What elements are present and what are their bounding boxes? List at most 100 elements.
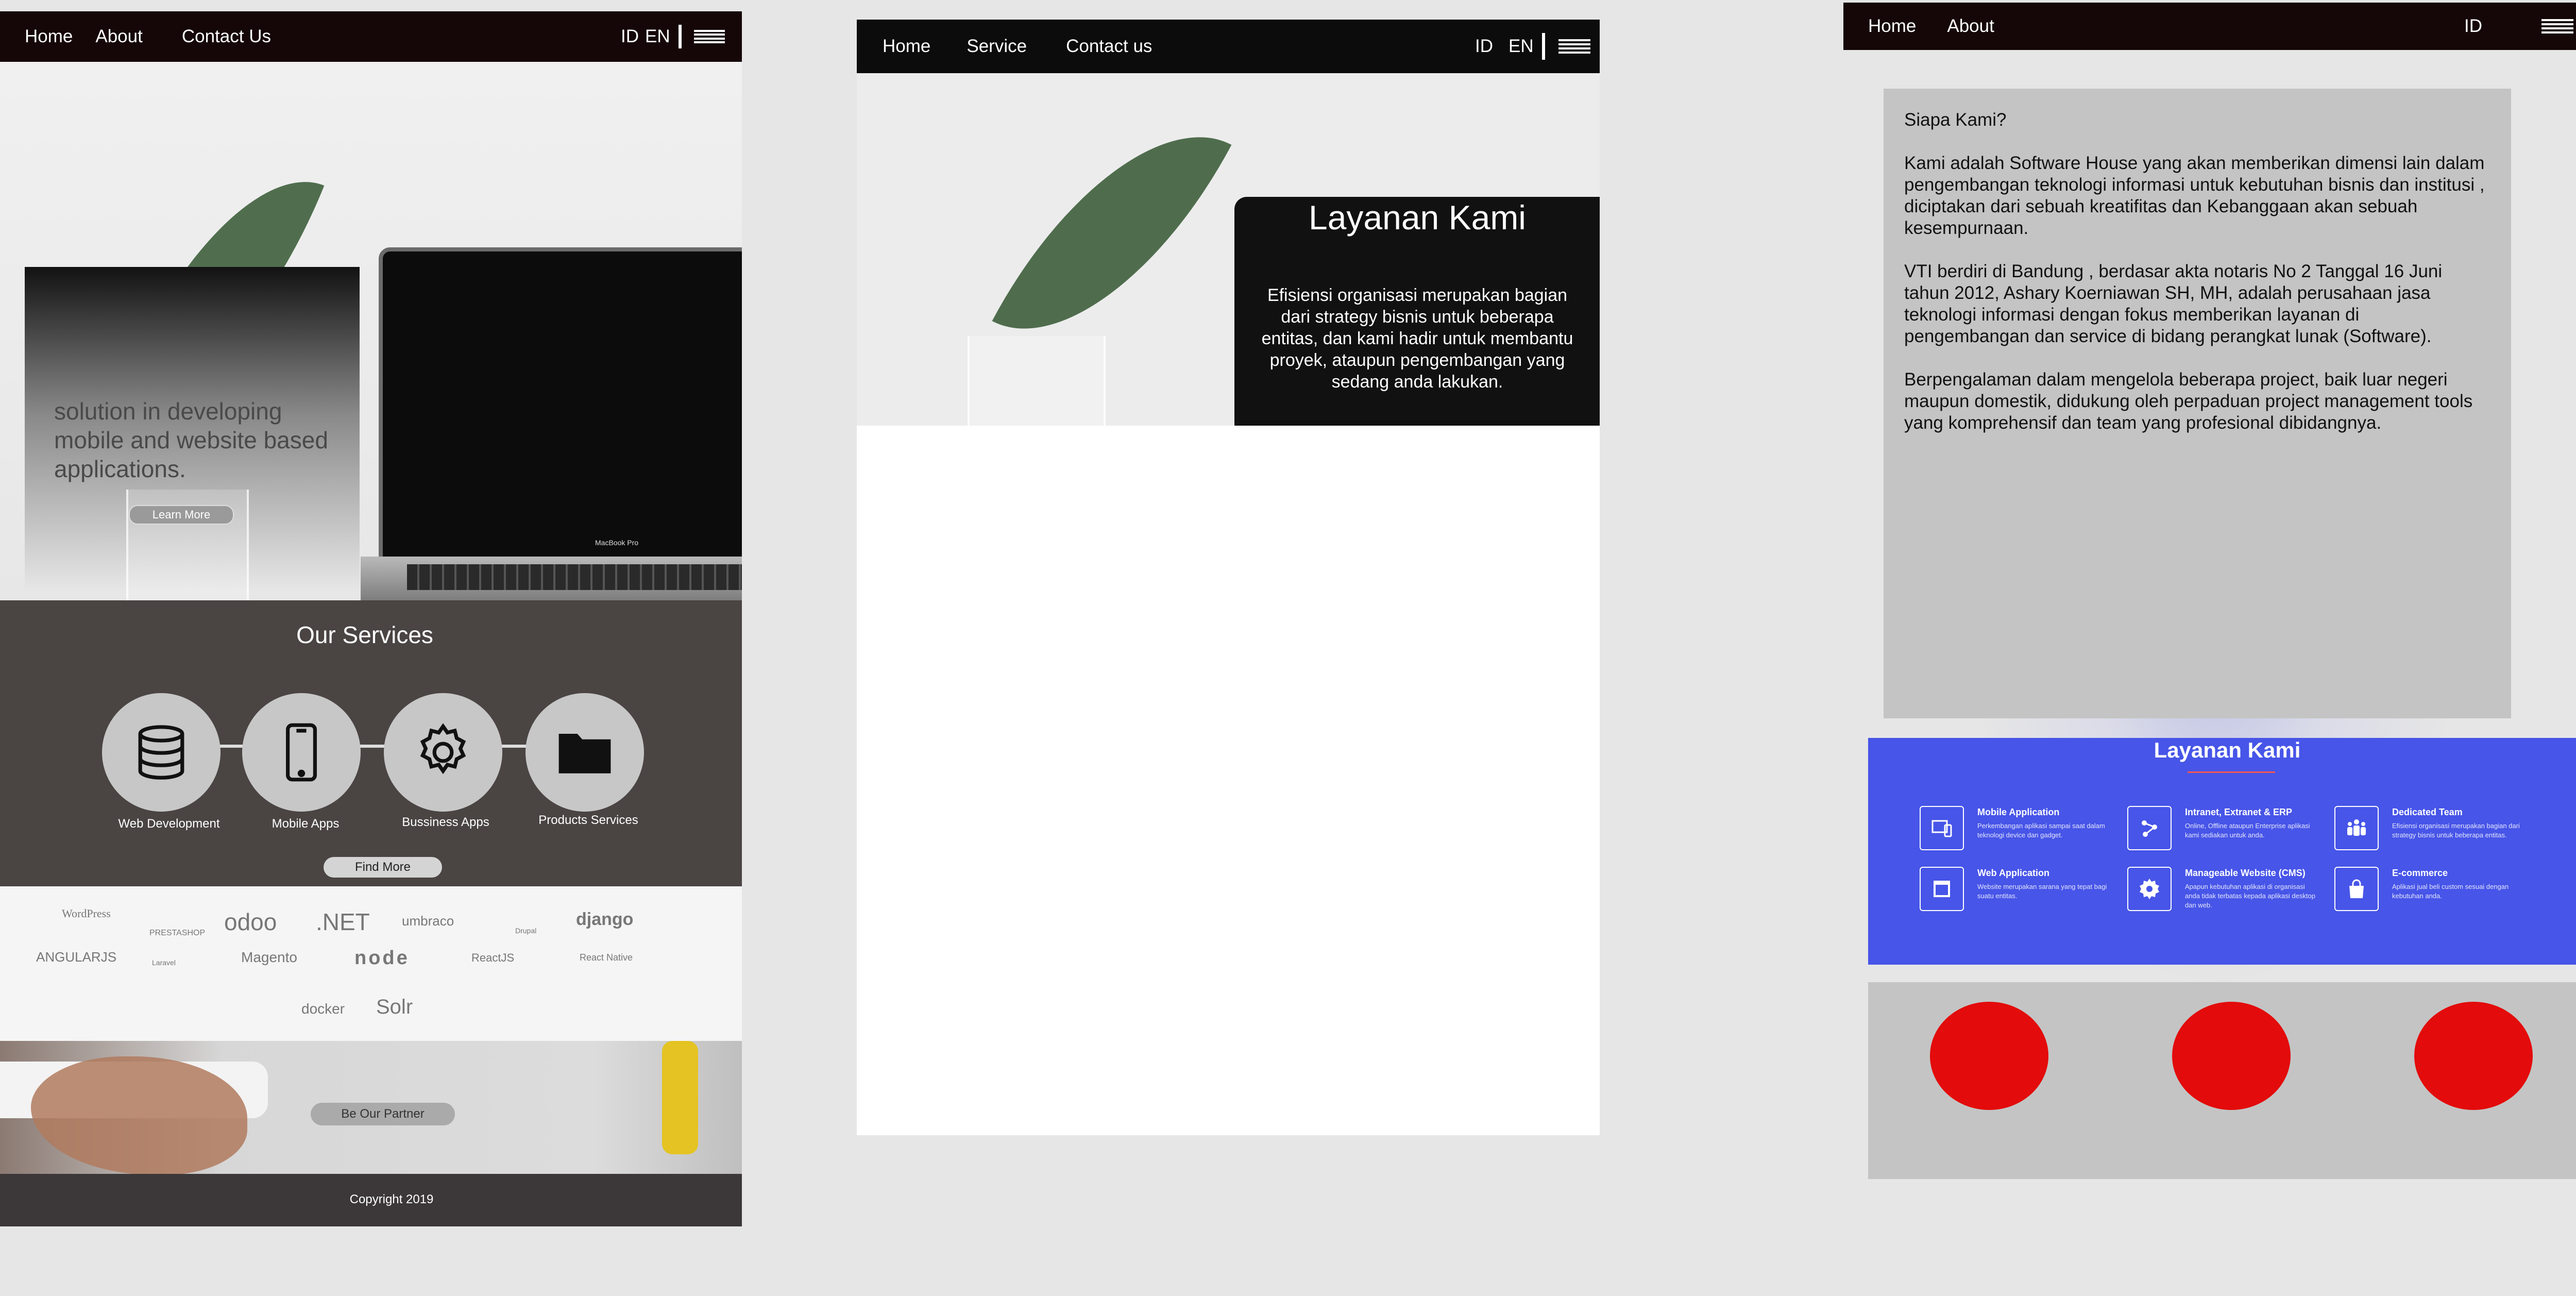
mobile-phone-icon — [286, 723, 317, 782]
gear-icon — [2140, 879, 2159, 899]
navbar: Home About ID — [1843, 3, 2576, 50]
odoo-logo: odoo — [224, 908, 277, 935]
service-item-title: Web Application — [1977, 868, 2050, 878]
title-underline — [2188, 771, 2275, 773]
hamburger-menu-icon[interactable] — [2541, 19, 2573, 33]
navbar: Home About Contact Us ID EN — [0, 11, 742, 62]
red-circle-placeholder[interactable] — [1930, 1002, 2048, 1110]
service-item-title: E-commerce — [2392, 868, 2448, 878]
find-more-button[interactable]: Find More — [324, 857, 442, 878]
prestashop-logo: PRESTASHOP — [149, 929, 206, 937]
about-paragraph: VTI berdiri di Bandung , berdasar akta n… — [1904, 261, 2443, 346]
hero-section: Layanan Kami Efisiensi organisasi merupa… — [857, 73, 1600, 426]
drupal-logo: Drupal — [515, 927, 537, 935]
red-circle-placeholder[interactable] — [2172, 1002, 2291, 1110]
service-item-title: Mobile Application — [1977, 807, 2060, 817]
placeholder-section — [1868, 982, 2576, 1179]
gear-icon — [420, 723, 466, 775]
nav-divider — [678, 25, 682, 48]
service-label: Mobile Apps — [272, 817, 340, 831]
service-label: Products Services — [538, 813, 638, 827]
dotnet-logo: .NET — [316, 908, 370, 935]
service-label: Web Development — [118, 817, 220, 831]
service-item-desc: Online, Offline ataupun Enterprise aplik… — [2185, 822, 2310, 839]
nav-home-link[interactable]: Home — [1868, 16, 1916, 37]
wordpress-logo: WordPress — [62, 907, 111, 920]
bussiness-apps-circle[interactable] — [384, 693, 502, 812]
nav-service-link[interactable]: Service — [967, 36, 1027, 57]
service-panel: Layanan Kami Efisiensi organisasi merupa… — [1234, 197, 1600, 426]
footer: Copyright 2019 — [0, 1174, 742, 1226]
about-paragraph: Berpengalaman dalam mengelola beberapa p… — [1904, 369, 2473, 433]
mobile-apps-circle[interactable] — [242, 693, 361, 812]
hamburger-menu-icon[interactable] — [693, 30, 725, 43]
django-logo: django — [576, 910, 634, 929]
docker-logo: docker — [301, 1001, 345, 1017]
laptop-brand-label: MacBook Pro — [595, 538, 639, 547]
solr-logo: Solr — [376, 996, 413, 1018]
services-section: Our Services Web Development Mobile Apps… — [0, 600, 742, 886]
devices-icon — [1931, 820, 1952, 837]
glass-vase-image — [968, 336, 1106, 426]
network-icon — [2142, 820, 2157, 837]
service-item-desc: Website merupakan sarana yang tepat bagi… — [1977, 883, 2107, 900]
service-item-desc: Perkembangan aplikasi sampai saat dalam … — [1977, 822, 2105, 839]
service-title: Layanan Kami — [1309, 198, 1526, 237]
service-label: Bussiness Apps — [402, 815, 489, 829]
mockup-about-page: Home About ID Siapa Kami? Kami adalah So… — [1843, 0, 2576, 1180]
nodejs-logo: node — [354, 947, 410, 969]
database-icon — [138, 725, 184, 780]
service-item-title: Dedicated Team — [2392, 807, 2463, 817]
service-description: Efisiensi organisasi merupakan bagian da… — [1261, 285, 1573, 392]
about-heading: Siapa Kami? — [1904, 110, 2007, 130]
hero-tagline: solution in developing mobile and websit… — [54, 398, 328, 482]
laptop-keyboard — [407, 564, 742, 590]
technology-logos: WordPress PRESTASHOP odoo .NET umbraco D… — [0, 886, 742, 1041]
copyright-text: Copyright 2019 — [349, 1192, 434, 1206]
magento-logo: Magento — [241, 949, 297, 965]
team-icon — [2347, 819, 2366, 836]
lang-id-link[interactable]: ID — [1475, 36, 1493, 57]
nav-divider — [1541, 33, 1545, 60]
learn-more-button[interactable]: Learn More — [129, 505, 234, 525]
service-item-title: Intranet, Extranet & ERP — [2185, 807, 2293, 817]
service-item-title: Manageable Website (CMS) — [2185, 868, 2306, 878]
services-title: Layanan Kami — [2154, 738, 2301, 762]
react-native-logo: React Native — [580, 952, 633, 963]
about-paragraph: Kami adalah Software House yang akan mem… — [1904, 153, 2485, 238]
umbraco-logo: umbraco — [402, 913, 454, 929]
lang-en-link[interactable]: EN — [645, 26, 670, 47]
lang-en-link[interactable]: EN — [1509, 36, 1534, 57]
browser-icon — [1934, 881, 1950, 897]
reactjs-logo: ReactJS — [471, 951, 515, 964]
service-item-desc: Apapun kebutuhan aplikasi di organisasi … — [2185, 883, 2315, 909]
laravel-logo: Laravel — [152, 958, 176, 967]
service-item-desc: Efisiensi organisasi merupakan bagian da… — [2392, 822, 2520, 839]
nav-about-link[interactable]: About — [1947, 16, 1994, 37]
navbar: Home Service Contact us ID EN — [857, 20, 1600, 73]
red-circle-placeholder[interactable] — [2414, 1002, 2533, 1110]
about-card: Siapa Kami? Kami adalah Software House y… — [1884, 89, 2511, 718]
watch-image — [662, 1041, 698, 1154]
nav-home-link[interactable]: Home — [883, 36, 930, 57]
lang-id-link[interactable]: ID — [621, 26, 639, 47]
laptop-image — [379, 247, 742, 565]
nav-about-link[interactable]: About — [95, 26, 142, 47]
products-services-circle[interactable] — [526, 693, 644, 812]
mockup-home-page: Home About Contact Us ID EN MacBook Pro … — [0, 11, 742, 1226]
angularjs-logo: ANGULARJS — [36, 949, 117, 965]
web-development-circle[interactable] — [102, 693, 221, 812]
nav-contact-link[interactable]: Contact us — [1066, 36, 1152, 57]
shopping-bag-icon — [2349, 879, 2364, 898]
nav-home-link[interactable]: Home — [25, 26, 73, 47]
mockup-service-page: Home Service Contact us ID EN Layanan Ka… — [857, 20, 1600, 1135]
partner-section: Be Our Partner — [0, 1041, 742, 1175]
nav-contact-link[interactable]: Contact Us — [182, 26, 271, 47]
services-section: Layanan Kami Mobile Application Perkemba… — [1868, 738, 2576, 965]
folder-icon — [558, 734, 611, 773]
services-title: Our Services — [296, 621, 433, 648]
service-item-desc: Aplikasi jual beli custom sesuai dengan … — [2392, 883, 2509, 900]
lang-id-link[interactable]: ID — [2464, 16, 2482, 37]
be-our-partner-button[interactable]: Be Our Partner — [311, 1103, 455, 1125]
hamburger-menu-icon[interactable] — [1558, 39, 1590, 54]
